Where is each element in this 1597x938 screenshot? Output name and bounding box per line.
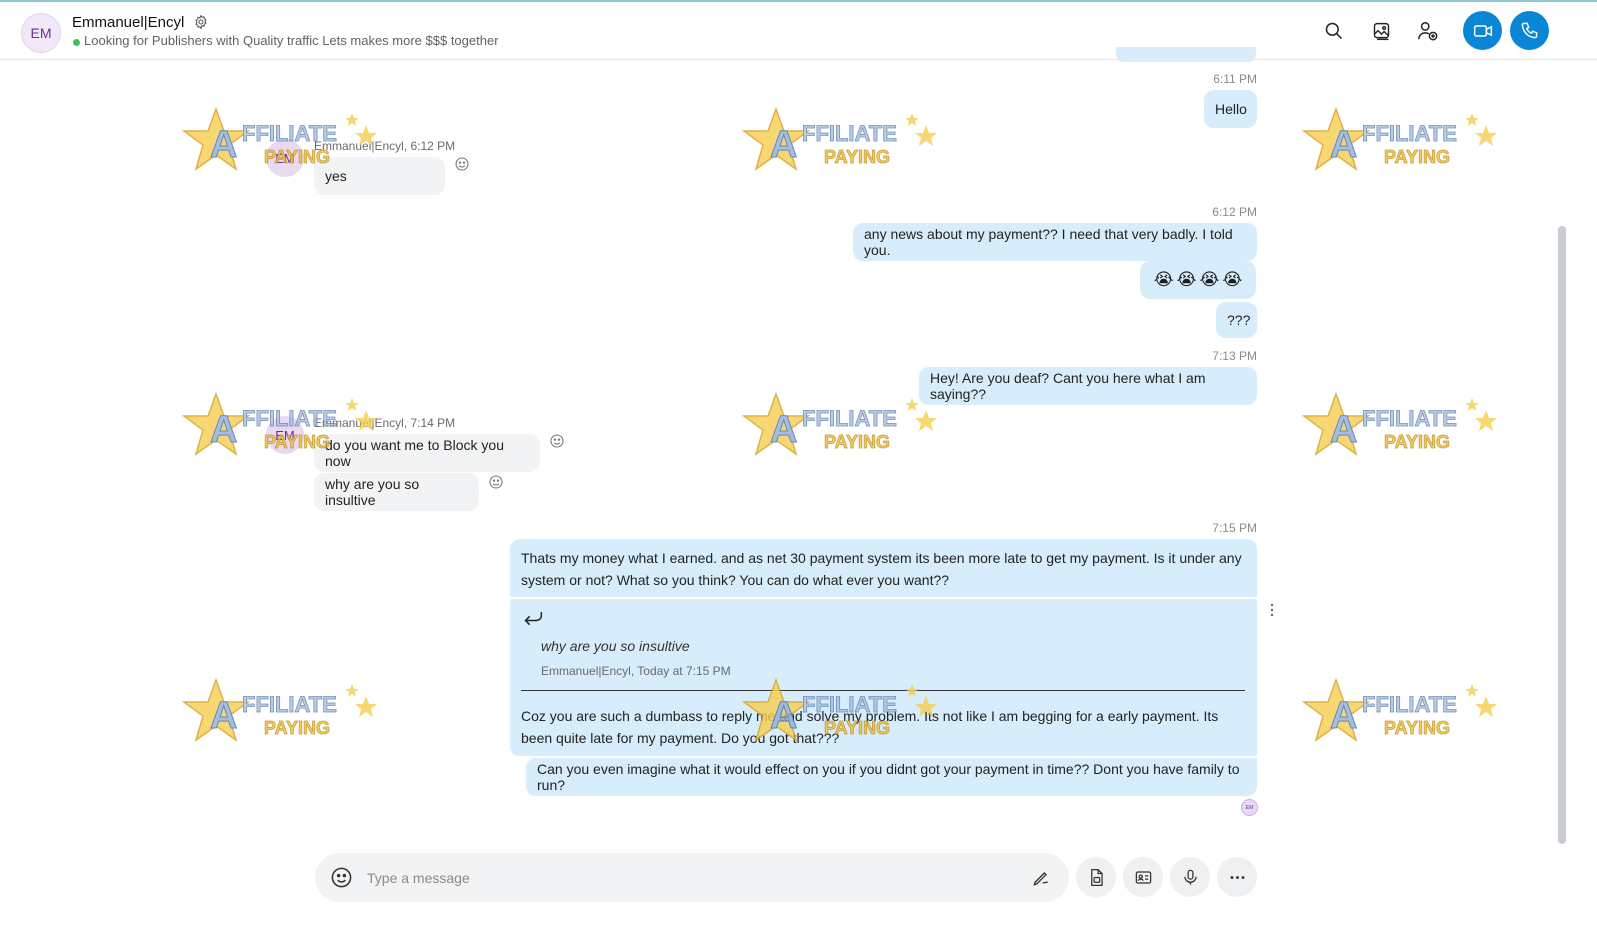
video-call-button[interactable]: [1463, 11, 1502, 50]
quoted-meta: Emmanuel|Encyl, Today at 7:15 PM: [541, 664, 731, 678]
previous-message-tail: [1116, 47, 1256, 62]
svg-text:A: A: [770, 409, 797, 451]
contact-name[interactable]: Emmanuel|Encyl: [72, 14, 184, 31]
add-person-icon[interactable]: [1415, 18, 1441, 44]
outgoing-message[interactable]: any news about my payment?? I need that …: [853, 223, 1257, 261]
crying-emoji: 😭: [1222, 270, 1243, 289]
file-icon: [1090, 868, 1103, 886]
crying-emoji: 😭: [1153, 270, 1174, 289]
watermark-logo: A FFILIATE PAYING: [181, 677, 377, 742]
svg-text:PAYING: PAYING: [1384, 147, 1450, 167]
emoji-icon[interactable]: [330, 866, 353, 889]
quote-divider: [521, 690, 1245, 691]
message-more-icon[interactable]: [1270, 603, 1274, 617]
sender-label: Emmanuel|Encyl, 6:12 PM: [314, 139, 456, 153]
svg-text:FFILIATE: FFILIATE: [242, 692, 337, 717]
react-emoji-icon[interactable]: [454, 156, 470, 172]
svg-text:PAYING: PAYING: [824, 147, 890, 167]
incoming-message[interactable]: do you want me to Block you now: [314, 434, 540, 472]
watermark-logo: A FFILIATE PAYING: [741, 106, 937, 171]
gallery-icon[interactable]: [1368, 18, 1394, 44]
sender-label: Emmanuel|Encyl, 7:14 PM: [314, 416, 456, 430]
online-status-dot: [73, 39, 80, 46]
watermark-logo: A FFILIATE PAYING: [1301, 106, 1497, 171]
svg-text:A: A: [210, 409, 237, 451]
message-timestamp: 7:15 PM: [1212, 521, 1257, 535]
reply-arrow-icon: [524, 612, 543, 626]
svg-text:A: A: [210, 695, 237, 737]
svg-text:PAYING: PAYING: [264, 718, 330, 738]
chat-scrollbar[interactable]: [1558, 226, 1566, 844]
react-emoji-icon[interactable]: [488, 474, 504, 490]
svg-text:A: A: [210, 124, 237, 166]
outgoing-message[interactable]: Hey! Are you deaf? Cant you here what I …: [919, 367, 1257, 405]
outgoing-message[interactable]: ???: [1216, 302, 1257, 338]
voice-message-button[interactable]: [1170, 857, 1210, 897]
microphone-icon: [1183, 869, 1197, 885]
outgoing-message[interactable]: Hello: [1204, 90, 1257, 128]
gear-icon[interactable]: [193, 14, 209, 30]
contact-card-icon: [1135, 870, 1151, 884]
message-timestamp: 7:13 PM: [1212, 349, 1257, 363]
svg-text:FFILIATE: FFILIATE: [1362, 692, 1457, 717]
audio-call-button[interactable]: [1510, 11, 1549, 50]
outgoing-message[interactable]: Thats my money what I earned. and as net…: [510, 539, 1257, 597]
crying-emoji: 😭: [1199, 270, 1220, 289]
svg-text:PAYING: PAYING: [1384, 432, 1450, 452]
contact-avatar[interactable]: EM: [21, 13, 61, 53]
message-input[interactable]: [365, 863, 1009, 893]
search-icon[interactable]: [1321, 18, 1347, 44]
svg-text:PAYING: PAYING: [1384, 718, 1450, 738]
mood-message: Looking for Publishers with Quality traf…: [84, 33, 499, 48]
quoted-text: why are you so insultive: [541, 638, 690, 654]
incoming-message[interactable]: why are you so insultive: [314, 473, 479, 511]
svg-text:PAYING: PAYING: [824, 432, 890, 452]
svg-text:FFILIATE: FFILIATE: [1362, 121, 1457, 146]
watermark-logo: A FFILIATE PAYING: [1301, 677, 1497, 742]
sender-avatar[interactable]: EM: [266, 416, 304, 454]
outgoing-emoji-message[interactable]: 😭 😭 😭 😭: [1140, 261, 1256, 299]
send-file-button[interactable]: [1076, 857, 1116, 897]
watermark-logo: A FFILIATE PAYING: [1301, 391, 1497, 456]
svg-text:A: A: [1330, 695, 1357, 737]
watermark-logo: A FFILIATE PAYING: [741, 391, 937, 456]
reply-text: Coz you are such a dumbass to reply me a…: [521, 708, 1219, 746]
send-contact-button[interactable]: [1123, 857, 1163, 897]
outgoing-message[interactable]: Can you even imagine what it would effec…: [526, 758, 1257, 796]
message-timestamp: 6:12 PM: [1212, 205, 1257, 219]
message-timestamp: 6:11 PM: [1213, 72, 1257, 86]
svg-text:FFILIATE: FFILIATE: [802, 406, 897, 431]
message-composer: [315, 853, 1069, 902]
read-receipt-avatar: EM: [1241, 799, 1258, 816]
phone-icon: [1521, 22, 1538, 39]
more-options-button[interactable]: [1217, 857, 1257, 897]
video-call-icon: [1473, 24, 1492, 37]
incoming-message[interactable]: yes: [314, 157, 445, 195]
sender-avatar[interactable]: EM: [266, 139, 304, 177]
svg-text:A: A: [1330, 124, 1357, 166]
chat-header: EM Emmanuel|Encyl Looking for Publishers…: [0, 2, 1597, 60]
crying-emoji: 😭: [1176, 270, 1197, 289]
svg-text:A: A: [1330, 409, 1357, 451]
svg-text:A: A: [770, 124, 797, 166]
svg-text:FFILIATE: FFILIATE: [1362, 406, 1457, 431]
react-emoji-icon[interactable]: [549, 433, 565, 449]
pen-icon[interactable]: [1031, 868, 1051, 888]
more-icon: [1230, 875, 1244, 879]
svg-text:FFILIATE: FFILIATE: [802, 121, 897, 146]
